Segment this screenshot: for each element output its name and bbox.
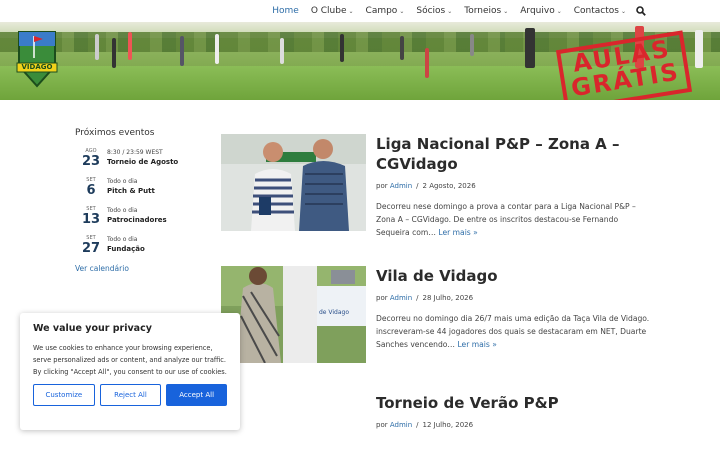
chevron-down-icon: ⌄ <box>556 7 562 15</box>
upcoming-events: Próximos eventos AGO 23 8:30 / 23:59 WEST… <box>75 128 210 273</box>
post-thumbnail[interactable] <box>221 134 366 231</box>
post-thumbnail[interactable]: de Vidago <box>221 266 366 363</box>
event-day: 6 <box>86 183 96 198</box>
nav-home-label: Home <box>272 6 299 16</box>
nav-arquivo-label: Arquivo <box>520 6 555 16</box>
event-item[interactable]: AGO 23 8:30 / 23:59 WEST Torneio de Agosto <box>75 148 210 169</box>
post-meta: por Admin/12 Julho, 2026 <box>376 421 474 429</box>
post-meta: por Admin/2 Agosto, 2026 <box>376 182 476 190</box>
nav-campo-label: Campo <box>365 6 398 16</box>
post-date: 2 Agosto, 2026 <box>422 182 476 190</box>
event-title[interactable]: Fundação <box>107 244 145 254</box>
author-link[interactable]: Admin <box>390 421 412 429</box>
nav-torneios[interactable]: Torneios ⌄ <box>464 6 508 16</box>
nav-o-clube-label: O Clube <box>310 6 347 16</box>
post-date: 12 Julho, 2026 <box>422 421 474 429</box>
excerpt-text: Decorreu no domingo dia 26/7 mais uma ed… <box>376 314 650 349</box>
event-date: SET 6 <box>75 177 107 198</box>
event-time: Todo o dia <box>107 178 138 185</box>
post-excerpt: Decorreu nese domingo a prova a contar p… <box>376 200 651 239</box>
header-banner: VIDAGO AULAS GRÁTIS <box>0 22 720 100</box>
event-date: SET 27 <box>75 235 107 256</box>
club-logo[interactable]: VIDAGO <box>16 28 58 90</box>
event-day: 13 <box>81 212 101 227</box>
cookie-title: We value your privacy <box>33 323 152 334</box>
read-more-link[interactable]: Ler mais » <box>457 340 496 349</box>
nav-campo[interactable]: Campo ⌄ <box>366 6 405 16</box>
read-more-link[interactable]: Ler mais » <box>438 228 477 237</box>
event-time: 8:30 / 23:59 WEST <box>107 149 163 156</box>
nav-torneios-label: Torneios <box>464 6 502 16</box>
event-date: AGO 23 <box>75 148 107 169</box>
by-label: por <box>376 294 388 302</box>
event-title[interactable]: Torneio de Agosto <box>107 157 178 167</box>
chevron-down-icon: ⌄ <box>447 7 453 15</box>
event-day: 23 <box>81 154 101 169</box>
nav-socios[interactable]: Sócios ⌄ <box>416 6 452 16</box>
author-link[interactable]: Admin <box>390 294 412 302</box>
by-label: por <box>376 421 388 429</box>
chevron-down-icon: ⌄ <box>348 7 354 15</box>
nav-socios-label: Sócios <box>416 6 446 16</box>
event-item[interactable]: SET 27 Todo o dia Fundação <box>75 235 210 256</box>
svg-text:de Vidago: de Vidago <box>319 309 349 316</box>
post-excerpt: Decorreu no domingo dia 26/7 mais uma ed… <box>376 312 651 351</box>
chevron-down-icon: ⌄ <box>503 7 509 15</box>
event-time: Todo o dia <box>107 207 138 214</box>
nav-home[interactable]: Home <box>272 6 299 16</box>
banner-photo-middle <box>250 22 505 100</box>
post-meta: por Admin/28 Julho, 2026 <box>376 294 474 302</box>
view-calendar-link[interactable]: Ver calendário <box>75 264 210 273</box>
cookie-consent-banner: We value your privacy We use cookies to … <box>20 313 240 430</box>
author-link[interactable]: Admin <box>390 182 412 190</box>
post-date: 28 Julho, 2026 <box>422 294 474 302</box>
event-time: Todo o dia <box>107 236 138 243</box>
event-item[interactable]: SET 13 Todo o dia Patrocinadores <box>75 206 210 227</box>
by-label: por <box>376 182 388 190</box>
event-date: SET 13 <box>75 206 107 227</box>
search-icon[interactable] <box>636 6 646 16</box>
event-day: 27 <box>81 241 101 256</box>
post-title[interactable]: Torneio de Verão P&P <box>376 393 651 413</box>
event-title[interactable]: Pitch & Putt <box>107 186 155 196</box>
main-nav: Home O Clube ⌄ Campo ⌄ Sócios ⌄ Torneios ⌄ A… <box>0 0 720 22</box>
nav-o-clube[interactable]: O Clube ⌄ <box>311 6 354 16</box>
chevron-down-icon: ⌄ <box>399 7 405 15</box>
accept-all-button[interactable]: Accept All <box>166 384 227 406</box>
event-title[interactable]: Patrocinadores <box>107 215 167 225</box>
post-title[interactable]: Liga Nacional P&P – Zona A – CGVidago <box>376 134 651 174</box>
excerpt-text: Decorreu nese domingo a prova a contar p… <box>376 202 636 237</box>
event-item[interactable]: SET 6 Todo o dia Pitch & Putt <box>75 177 210 198</box>
reject-all-button[interactable]: Reject All <box>99 384 162 406</box>
nav-contactos-label: Contactos <box>573 6 619 16</box>
events-heading: Próximos eventos <box>75 128 155 138</box>
chevron-down-icon: ⌄ <box>620 7 626 15</box>
post-title[interactable]: Vila de Vidago <box>376 266 651 286</box>
cookie-text: We use cookies to enhance your browsing … <box>33 344 227 376</box>
nav-arquivo[interactable]: Arquivo ⌄ <box>520 6 561 16</box>
logo-text: VIDAGO <box>21 63 53 71</box>
customize-button[interactable]: Customize <box>33 384 95 406</box>
nav-contactos[interactable]: Contactos ⌄ <box>574 6 626 16</box>
